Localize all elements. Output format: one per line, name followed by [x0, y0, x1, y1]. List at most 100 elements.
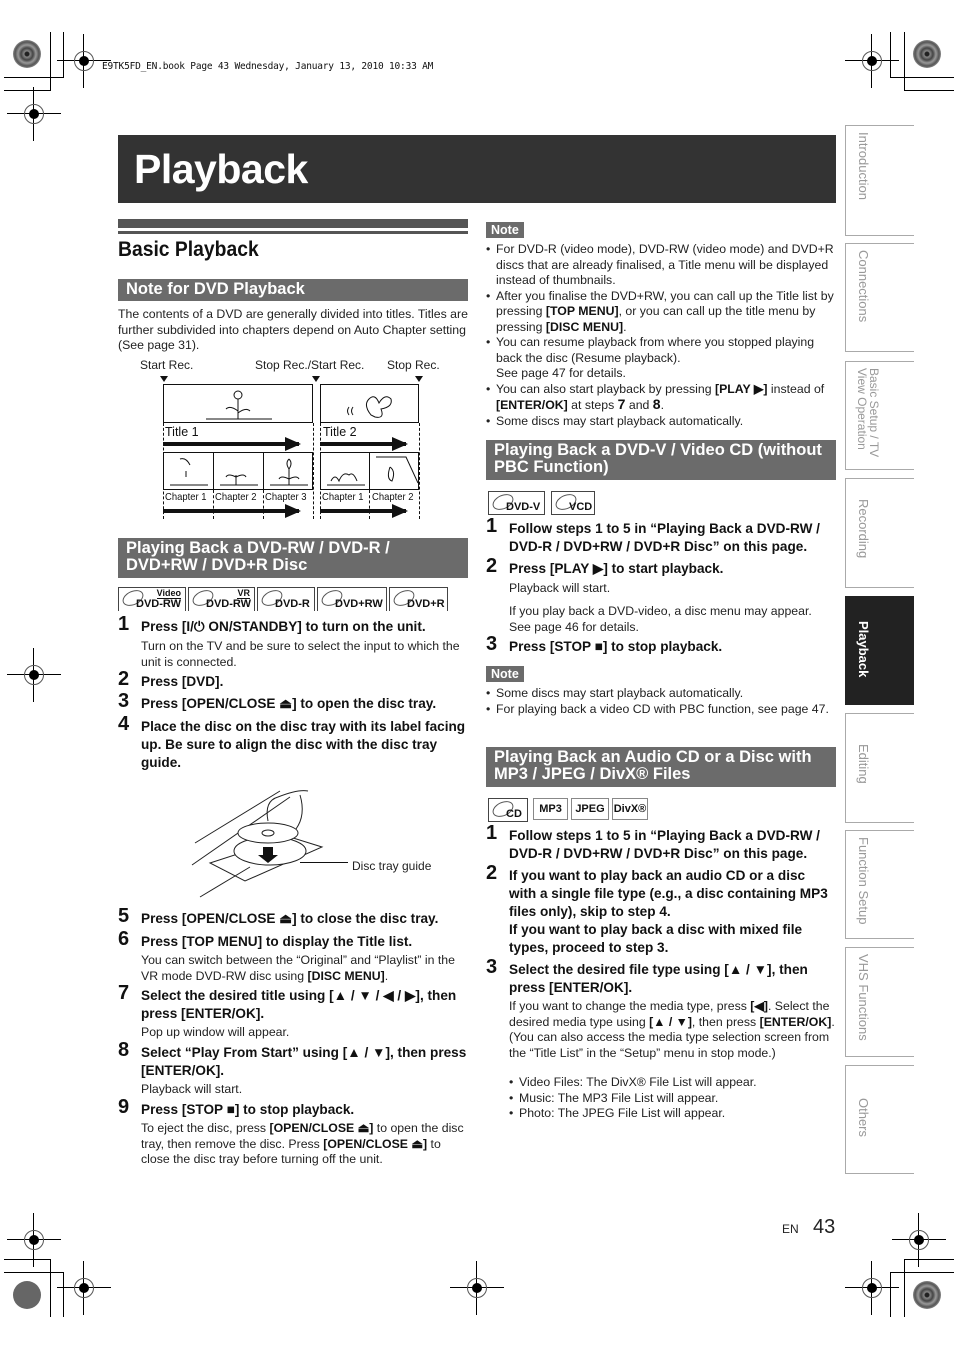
step-8: 8 Select “Play From Start” using [▲ / ▼],… [118, 1039, 468, 1080]
dvdv-step-2-detail: Playback will start. [509, 581, 611, 595]
crop-mark [63, 32, 64, 78]
dvd-structure-text: The contents of a DVD are generally divi… [118, 307, 468, 352]
note-text: You can also start playback by pressing [496, 381, 715, 396]
color-target-icon [913, 40, 941, 68]
note-item: You can also start playback by pressing … [486, 382, 836, 414]
audiocd-step-3: 3 Select the desired file type using [▲ /… [486, 957, 836, 997]
title1-arrow [163, 437, 301, 451]
logo-dvd-rw-vr: VR DVD-RW [188, 587, 255, 611]
logo-dvd-plus-r: DVD+R [389, 587, 448, 611]
crop-mark [63, 1272, 64, 1317]
step-text: Press [TOP MENU] to display the Title li… [141, 934, 413, 949]
note-text: For DVD-R (video mode), DVD-RW (video mo… [496, 242, 834, 287]
logo-mp3: MP3 [533, 798, 568, 820]
side-tab-basic-setup[interactable]: Basic Setup / TV View Operation [845, 361, 914, 470]
chapter-arrow [163, 504, 301, 518]
crop-mark [4, 77, 64, 78]
step-text: Press [OPEN/CLOSE ⏏] to open the disc tr… [141, 696, 437, 711]
side-tab-label: Basic Setup / TV View Operation [855, 368, 881, 458]
step-6: 6 Press [TOP MENU] to display the Title l… [118, 929, 468, 951]
registration-mark-icon [845, 34, 899, 88]
seed-hand-icon [170, 458, 208, 486]
side-tab-label: Introduction [856, 132, 871, 200]
detail-text: If you want to change the media type, pr… [509, 999, 751, 1013]
chapter-arrow [320, 504, 408, 518]
logo-label: DVD+RW [335, 598, 383, 610]
side-tab-label: Editing [856, 744, 871, 784]
step-2: 2 Press [DVD]. [118, 669, 468, 691]
sprout-icon [220, 474, 258, 486]
side-tab-label: VHS Functions [856, 954, 871, 1041]
subsection-heading: Note for DVD Playback [118, 279, 468, 301]
side-tab-label: Playback [856, 621, 871, 678]
file-list-types: Video Files: The DivX® File List will ap… [509, 1075, 837, 1122]
side-tab-introduction[interactable]: Introduction [845, 125, 914, 236]
side-tab-editing[interactable]: Editing [845, 713, 914, 823]
subsection-heading: Playing Back a DVD-V / Video CD (without… [486, 440, 836, 480]
section-title: Basic Playback [118, 238, 259, 261]
marker-arrow-icon [312, 376, 320, 382]
tulip-icon [270, 458, 308, 486]
logo-dvd-v: DVD-V [488, 491, 545, 515]
detail-text: You can switch between the “Original” an… [141, 953, 455, 983]
disc-tray-icon [191, 790, 324, 898]
marker-arrow-icon [160, 376, 168, 382]
key-name: [OPEN/CLOSE ⏏] [269, 1121, 374, 1135]
key-name: [DISC MENU] [307, 968, 385, 983]
step-number: 4 [118, 713, 130, 735]
cocoon-icon [376, 456, 419, 484]
step-text: Select “Play From Start” using [▲ / ▼], … [141, 1045, 467, 1078]
crop-mark [4, 90, 51, 91]
registration-mark-icon [845, 1261, 899, 1315]
step-number: 3 [486, 633, 498, 655]
key-name: [◀] [750, 999, 768, 1013]
crop-mark [4, 1259, 51, 1260]
note-text: . [660, 398, 665, 412]
side-tab-function-setup[interactable]: Function Setup [845, 830, 914, 939]
note-text: You can resume playback from where you s… [496, 335, 815, 365]
tray-guide-pointer [300, 862, 348, 863]
chapter-thumbnail [163, 452, 214, 490]
step-number: 8 [118, 1039, 130, 1061]
crop-mark [904, 1259, 954, 1260]
chapter-label: Chapter 2 [372, 491, 414, 503]
side-tab-recording[interactable]: Recording [845, 478, 914, 588]
chapter-label: Chapter 1 [322, 491, 364, 503]
audiocd-step-3-detail: If you want to change the media type, pr… [509, 999, 837, 1061]
side-tab-vhs-functions[interactable]: VHS Functions [845, 947, 914, 1057]
note-list: Some discs may start playback automatica… [486, 686, 836, 717]
key-name: [ENTER/OK] [496, 398, 568, 412]
dvdv-step-3: 3 Press [STOP ■] to stop playback. [486, 633, 836, 656]
crop-mark [890, 77, 954, 78]
logo-label: DVD-RW [206, 598, 252, 610]
marker-label: Stop Rec. [387, 358, 440, 372]
crop-mark [904, 32, 905, 91]
logo-label: DVD-V [506, 501, 541, 513]
butterfly-icon [347, 396, 392, 418]
step-9-detail: To eject the disc, press [OPEN/CLOSE ⏏] … [141, 1121, 471, 1168]
color-target-icon [13, 40, 41, 68]
step-6-detail: You can switch between the “Original” an… [141, 953, 469, 984]
side-tab-playback[interactable]: Playback [845, 596, 914, 705]
side-tab-others[interactable]: Others [845, 1065, 914, 1174]
step-text: Press [PLAY ▶] to start playback. [509, 561, 724, 576]
crop-mark [904, 90, 954, 91]
chapter-label: Chapter 1 [165, 491, 207, 503]
step-text: Press [DVD]. [141, 674, 224, 689]
note-list: For DVD-R (video mode), DVD-RW (video mo… [486, 242, 836, 429]
logo-label: DVD+R [407, 598, 445, 610]
note-item: Some discs may start playback automatica… [486, 686, 836, 702]
note-item: You can resume playback from where you s… [486, 335, 836, 382]
title2-arrow [320, 437, 408, 451]
logo-dvd-rw-video: Video DVD-RW [118, 587, 186, 611]
step-7-detail: Pop up window will appear. [141, 1025, 290, 1039]
key-name: [DISC MENU] [545, 319, 624, 334]
step-number: 5 [118, 905, 130, 927]
title2-thumbnail [320, 384, 419, 423]
section-rule [118, 231, 468, 234]
side-tab-connections[interactable]: Connections [845, 243, 914, 352]
registration-mark-icon [892, 1213, 946, 1267]
note-badge: Note [486, 666, 524, 682]
logo-label: DVD-RW [136, 598, 182, 610]
step-text: Follow steps 1 to 5 in “Playing Back a D… [509, 828, 820, 861]
